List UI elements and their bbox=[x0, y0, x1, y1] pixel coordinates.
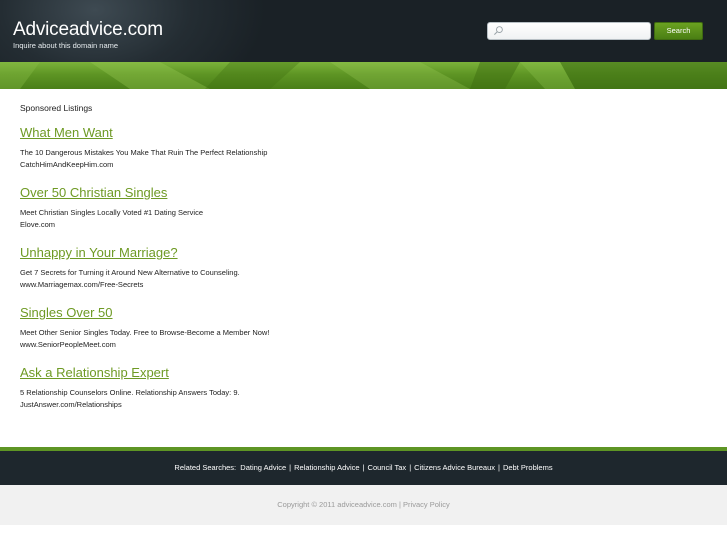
listing-title-link[interactable]: Ask a Relationship Expert bbox=[20, 365, 240, 380]
green-banner bbox=[0, 62, 727, 89]
listing-description: Get 7 Secrets for Turning it Around New … bbox=[20, 268, 240, 277]
search-box[interactable] bbox=[487, 22, 651, 40]
sponsored-heading: Sponsored Listings bbox=[20, 103, 93, 113]
domain-inquiry-link[interactable]: Inquire about this domain name bbox=[13, 41, 118, 50]
listing-title-link[interactable]: Over 50 Christian Singles bbox=[20, 185, 203, 200]
related-searches-label: Related Searches: bbox=[174, 463, 237, 472]
banner-decoration bbox=[0, 62, 727, 89]
copyright-bar: Copyright © 2011 adviceadvice.com | Priv… bbox=[0, 485, 727, 525]
listing-item: Singles Over 50 Meet Other Senior Single… bbox=[20, 305, 269, 349]
listing-item: What Men Want The 10 Dangerous Mistakes … bbox=[20, 125, 267, 169]
separator: | bbox=[362, 463, 365, 472]
search-icon bbox=[494, 26, 503, 35]
listing-url[interactable]: JustAnswer.com/Relationships bbox=[20, 400, 240, 409]
separator: | bbox=[289, 463, 292, 472]
related-link-dating-advice[interactable]: Dating Advice bbox=[240, 463, 286, 472]
listing-url[interactable]: Elove.com bbox=[20, 220, 203, 229]
related-link-council-tax[interactable]: Council Tax bbox=[368, 463, 407, 472]
related-link-relationship-advice[interactable]: Relationship Advice bbox=[294, 463, 359, 472]
listing-item: Over 50 Christian Singles Meet Christian… bbox=[20, 185, 203, 229]
separator: | bbox=[398, 500, 401, 509]
search-input[interactable] bbox=[506, 24, 646, 38]
copyright-text: Copyright © 2011 adviceadvice.com bbox=[277, 500, 397, 509]
listing-item: Unhappy in Your Marriage? Get 7 Secrets … bbox=[20, 245, 240, 289]
listing-title-link[interactable]: What Men Want bbox=[20, 125, 267, 140]
separator: | bbox=[409, 463, 412, 472]
listing-url[interactable]: www.SeniorPeopleMeet.com bbox=[20, 340, 269, 349]
related-searches-bar: Related Searches: Dating Advice | Relation… bbox=[0, 451, 727, 485]
separator: | bbox=[498, 463, 500, 472]
related-link-citizens-advice-bureaux[interactable]: Citizens Advice Bureaux bbox=[414, 463, 495, 472]
listing-title-link[interactable]: Unhappy in Your Marriage? bbox=[20, 245, 240, 260]
listing-description: The 10 Dangerous Mistakes You Make That … bbox=[20, 148, 268, 157]
listing-item: Ask a Relationship Expert 5 Relationship… bbox=[20, 365, 240, 409]
site-title[interactable]: Adviceadvice.com bbox=[13, 19, 163, 41]
site-header: Adviceadvice.com Inquire about this doma… bbox=[0, 0, 727, 62]
listing-description: Meet Christian Singles Locally Voted #1 … bbox=[20, 208, 204, 217]
privacy-policy-link[interactable]: Privacy Policy bbox=[403, 500, 450, 509]
listing-description: Meet Other Senior Singles Today. Free to… bbox=[20, 328, 270, 337]
listing-description: 5 Relationship Counselors Online. Relati… bbox=[20, 388, 240, 397]
listing-url[interactable]: www.Marriagemax.com/Free-Secrets bbox=[20, 280, 240, 289]
listing-title-link[interactable]: Singles Over 50 bbox=[20, 305, 269, 320]
search-button[interactable]: Search bbox=[654, 22, 703, 40]
main-content: Sponsored Listings What Men Want The 10 … bbox=[20, 100, 440, 409]
listing-url[interactable]: CatchHimAndKeepHim.com bbox=[20, 160, 267, 169]
related-link-debt-problems[interactable]: Debt Problems bbox=[503, 463, 553, 472]
